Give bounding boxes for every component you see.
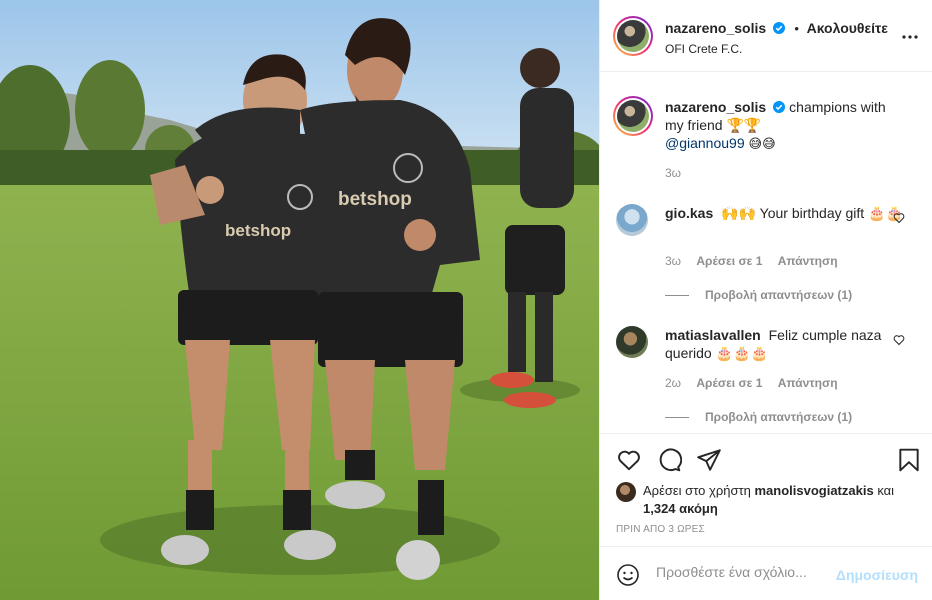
heart-icon[interactable] [616, 447, 642, 473]
post-side-panel: nazareno_solis • Ακολουθείτε OFI Crete F… [599, 0, 932, 600]
dot-separator: • [794, 21, 799, 36]
verified-badge-icon [773, 101, 786, 113]
comment-username[interactable]: matiaslavallen [665, 327, 761, 343]
likes-text: Αρέσει στο χρήστη manolisvogiatzakis και… [643, 482, 932, 518]
likes-prefix: Αρέσει στο χρήστη [643, 483, 751, 498]
post-photo[interactable]: betshop betshop [0, 0, 599, 600]
caption-time[interactable]: 3ω [665, 166, 681, 180]
verified-badge-icon [772, 22, 785, 34]
liker-avatar[interactable] [616, 482, 636, 502]
author-avatar[interactable] [613, 16, 653, 56]
comments-list[interactable]: nazareno_solis champions with my friend … [600, 72, 932, 434]
caption-author-avatar[interactable] [613, 96, 653, 136]
comment-icon[interactable] [656, 447, 682, 473]
reply-button[interactable]: Απάντηση [778, 254, 838, 268]
view-replies-button[interactable]: Προβολή απαντήσεων (1) [665, 410, 852, 424]
emoji-smiley-icon[interactable] [616, 563, 640, 587]
comment-like-heart-icon[interactable] [893, 212, 905, 224]
comment-meta: 3ω Αρέσει σε 1 Απάντηση [665, 254, 850, 268]
comment-like-heart-icon[interactable] [893, 334, 905, 346]
post-action-bar [600, 435, 932, 485]
view-replies-label: Προβολή απαντήσεων (1) [705, 410, 853, 424]
comment-input[interactable] [656, 564, 836, 580]
view-replies-button[interactable]: Προβολή απαντήσεων (1) [665, 288, 852, 302]
caption-mention-link[interactable]: @giannou99 [665, 135, 745, 151]
likes-suffix: και [877, 483, 895, 498]
photo-soccer-players: betshop betshop [0, 0, 599, 600]
view-replies-label: Προβολή απαντήσεων (1) [705, 288, 853, 302]
comment-text: gio.kas 🙌🙌 Your birthday gift 🎂🎂 [665, 204, 905, 222]
post-location[interactable]: OFI Crete F.C. [665, 42, 742, 56]
caption-tail-emojis: 😅😅 [748, 136, 776, 151]
comment-body: 🙌🙌 Your birthday gift 🎂🎂 [721, 205, 903, 221]
comment-likes[interactable]: Αρέσει σε 1 [696, 254, 762, 268]
add-comment-bar: Δημοσίευση [600, 546, 932, 600]
post-timestamp[interactable]: ΠΡΙΝ ΑΠΟ 3 ΩΡΕΣ [616, 524, 705, 535]
liker-username[interactable]: manolisvogiatzakis [754, 483, 873, 498]
commenter-avatar[interactable] [616, 326, 648, 358]
comment-username[interactable]: gio.kas [665, 205, 713, 221]
following-button[interactable]: Ακολουθείτε [807, 20, 888, 36]
share-icon[interactable] [696, 447, 722, 473]
svg-text:betshop: betshop [225, 221, 291, 240]
reply-button[interactable]: Απάντηση [778, 376, 838, 390]
comment-time[interactable]: 3ω [665, 254, 681, 268]
replies-line-divider [665, 417, 689, 419]
post-comment-button[interactable]: Δημοσίευση [836, 567, 918, 583]
caption-meta: 3ω [665, 166, 693, 180]
likes-others-link[interactable]: 1,324 ακόμη [643, 501, 718, 516]
comment-time[interactable]: 2ω [665, 376, 681, 390]
comment-meta: 2ω Αρέσει σε 1 Απάντηση [665, 376, 850, 390]
author-username[interactable]: nazareno_solis [665, 20, 766, 36]
replies-line-divider [665, 295, 689, 297]
comment-text: matiaslavallen Feliz cumple naza querido… [665, 326, 905, 362]
caption-text: nazareno_solis champions with my friend … [665, 98, 905, 153]
post-header: nazareno_solis • Ακολουθείτε OFI Crete F… [600, 0, 932, 72]
caption-username[interactable]: nazareno_solis [665, 99, 766, 115]
commenter-avatar[interactable] [616, 204, 648, 236]
comment-likes[interactable]: Αρέσει σε 1 [696, 376, 762, 390]
bookmark-icon[interactable] [896, 447, 922, 473]
header-user-line: nazareno_solis • Ακολουθείτε [665, 20, 888, 36]
svg-text:betshop: betshop [338, 189, 412, 210]
more-options-icon[interactable] [901, 28, 919, 46]
